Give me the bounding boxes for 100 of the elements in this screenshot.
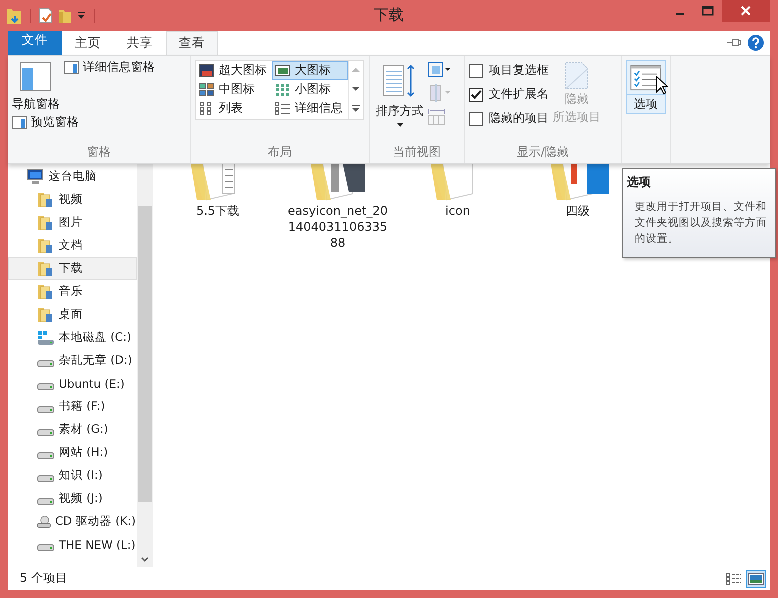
properties-icon[interactable]: [39, 8, 53, 24]
layout-option[interactable]: 列表: [196, 99, 272, 118]
pane-icon: [64, 60, 80, 74]
details-pane-button[interactable]: 详细信息窗格: [62, 58, 157, 77]
list-icon: [726, 572, 742, 584]
ribbon-tab[interactable]: 共享: [114, 31, 166, 55]
check-icon: [470, 90, 482, 100]
tree-item[interactable]: Ubuntu (E:): [8, 372, 137, 395]
folder-icon: [37, 260, 55, 276]
tree-item[interactable]: 网站 (H:): [8, 441, 137, 464]
cd-drive-icon: [37, 514, 52, 530]
group-label: 显示/隐藏: [516, 144, 570, 161]
folder-icon: [37, 238, 55, 254]
tree-item[interactable]: 知识 (I:): [8, 464, 137, 487]
view-icon: [275, 82, 291, 96]
file-name: icon: [444, 203, 472, 219]
tree-item[interactable]: 素材 (G:): [8, 418, 137, 441]
scroll-down-icon[interactable]: [141, 557, 149, 563]
drive-icon: [37, 428, 55, 436]
expand-gallery-icon[interactable]: [352, 104, 360, 113]
drive-icon: [37, 360, 55, 368]
drive-icon: [37, 406, 55, 414]
file-name: 四级: [565, 203, 591, 219]
pin-icon[interactable]: [726, 38, 742, 48]
window-title: 下载: [373, 6, 405, 25]
checkbox[interactable]: [469, 64, 483, 78]
group-label: 布局: [267, 144, 293, 161]
folder-icon: [37, 284, 55, 300]
tree-item[interactable]: 杂乱无章 (D:): [8, 349, 137, 372]
close-icon: [740, 5, 752, 17]
maximize-icon: [702, 6, 714, 16]
pane-icon: [20, 62, 52, 92]
drive-icon: [37, 498, 55, 506]
group-label: 窗格: [86, 144, 112, 161]
layout-option[interactable]: 超大图标: [196, 61, 272, 80]
item-count: 5 个项目: [20, 570, 68, 587]
ribbon-tab[interactable]: 查看: [166, 31, 218, 55]
layout-option[interactable]: 小图标: [272, 80, 348, 99]
checkbox-label: 文件扩展名: [489, 86, 549, 103]
folder-icon: [37, 214, 55, 230]
group-label: 当前视图: [392, 144, 442, 161]
close-button[interactable]: [722, 0, 770, 22]
checkbox[interactable]: [469, 112, 483, 126]
sort-by-button[interactable]: 排序方式: [374, 60, 426, 143]
drive-icon: [37, 544, 55, 552]
drive-icon: [37, 382, 55, 390]
cursor-icon: [656, 76, 668, 95]
view-icon: [275, 102, 291, 116]
layout-option[interactable]: 中图标: [196, 80, 272, 99]
options-button[interactable]: 选项: [626, 60, 666, 114]
file-name: 5.5下载: [195, 203, 241, 219]
view-icon: [199, 82, 215, 96]
checkbox-label: 项目复选框: [489, 62, 549, 79]
tree-item[interactable]: 书籍 (F:): [8, 395, 137, 418]
tree-item[interactable]: 图片: [8, 211, 137, 234]
tree-item[interactable]: 下载: [8, 257, 137, 280]
drive-icon: [37, 452, 55, 460]
document-icon: [565, 62, 589, 90]
tree-item[interactable]: 本地磁盘 (C:): [8, 326, 137, 349]
help-icon[interactable]: [748, 35, 764, 51]
tree-item[interactable]: 视频 (J:): [8, 487, 137, 510]
file-name: easyicon_net_20140403110633588: [287, 203, 389, 251]
tree-item[interactable]: 音乐: [8, 280, 137, 303]
caret-icon: [396, 123, 404, 127]
tree-item[interactable]: 文档: [8, 234, 137, 257]
tree-item[interactable]: THE NEW (L:): [8, 533, 137, 556]
tree-item[interactable]: 视频: [8, 188, 137, 211]
drive-icon: [37, 474, 55, 482]
view-icon: [275, 64, 291, 78]
preview-pane-button[interactable]: 预览窗格: [10, 113, 188, 132]
tooltip-text: 的设置。: [634, 232, 680, 247]
ribbon-tab[interactable]: 主页: [62, 31, 114, 55]
tree-item[interactable]: 桌面: [8, 303, 137, 326]
computer-icon: [27, 168, 45, 184]
minimize-icon: [676, 13, 684, 15]
pane-icon: [12, 116, 28, 130]
image-icon: [748, 572, 764, 584]
checkbox-label: 隐藏的项目: [489, 110, 549, 127]
scrollbar[interactable]: [137, 164, 153, 567]
ribbon-tab[interactable]: 文件: [8, 31, 62, 55]
tooltip-text: 更改用于打开项目、文件和: [634, 200, 768, 215]
layout-option[interactable]: 详细信息: [272, 99, 348, 118]
large-icons-view-button[interactable]: [746, 570, 766, 588]
dropdown-icon[interactable]: [77, 12, 86, 20]
folder-icon: [37, 306, 55, 322]
scroll-down-icon[interactable]: [352, 86, 360, 92]
navigation-pane-button[interactable]: 导航窗格: [10, 58, 62, 113]
checklist-icon: [629, 65, 663, 91]
group-by-icon[interactable]: [428, 62, 452, 78]
tree-item[interactable]: CD 驱动器 (K:): [8, 510, 137, 533]
tree-item[interactable]: 这台电脑: [8, 165, 137, 188]
layout-option[interactable]: 大图标: [272, 61, 348, 80]
sort-icon: [383, 64, 417, 100]
tooltip-text: 文件夹视图以及搜索等方面: [634, 216, 768, 231]
system-drive-icon: [37, 330, 55, 346]
checkbox[interactable]: [469, 88, 483, 102]
folder-icon: [37, 192, 55, 208]
tooltip-title: 选项: [627, 174, 652, 191]
view-icon: [199, 64, 215, 78]
size-columns-icon[interactable]: [428, 108, 446, 126]
